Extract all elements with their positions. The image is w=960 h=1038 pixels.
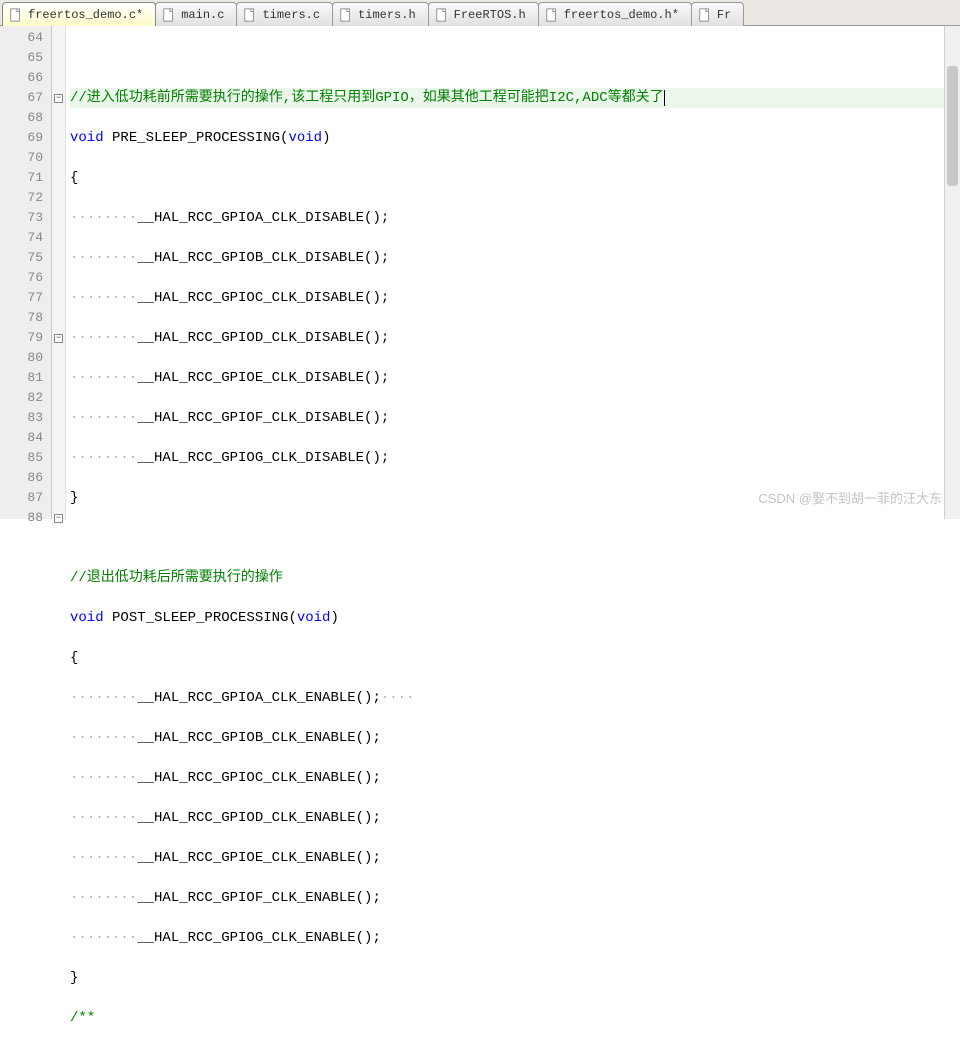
code-line: ········__HAL_RCC_GPIOA_CLK_DISABLE(); xyxy=(70,208,944,228)
line-number-gutter: 64 65 66 67 68 69 70 71 72 73 74 75 76 7… xyxy=(0,26,52,519)
code-line: void PRE_SLEEP_PROCESSING(void) xyxy=(70,128,944,148)
code-line: //进入低功耗前所需要执行的操作,该工程只用到GPIO，如果其他工程可能把I2C… xyxy=(70,88,944,108)
tab-label: main.c xyxy=(181,8,224,22)
line-number: 85 xyxy=(12,448,43,468)
line-number: 64 xyxy=(12,28,43,48)
line-number: 65 xyxy=(12,48,43,68)
tab-label: Fr xyxy=(717,8,731,22)
line-number: 79 xyxy=(12,328,43,348)
line-number: 78 xyxy=(12,308,43,328)
line-number: 74 xyxy=(12,228,43,248)
line-number: 67 xyxy=(12,88,43,108)
h-file-icon xyxy=(545,8,559,22)
fold-toggle-icon[interactable]: − xyxy=(54,94,63,103)
line-number: 81 xyxy=(12,368,43,388)
code-line xyxy=(70,48,944,68)
code-line: ········__HAL_RCC_GPIOG_CLK_ENABLE(); xyxy=(70,928,944,948)
line-number: 87 xyxy=(12,488,43,508)
code-line: { xyxy=(70,168,944,188)
vertical-scrollbar[interactable] xyxy=(944,26,960,519)
tab-label: freertos_demo.c* xyxy=(28,8,143,22)
code-area[interactable]: //进入低功耗前所需要执行的操作,该工程只用到GPIO，如果其他工程可能把I2C… xyxy=(66,26,944,519)
line-number: 75 xyxy=(12,248,43,268)
tab-label: freertos_demo.h* xyxy=(564,8,679,22)
tab-timers-c[interactable]: timers.c xyxy=(236,2,333,26)
c-file-icon xyxy=(162,8,176,22)
code-line: { xyxy=(70,648,944,668)
fold-toggle-icon[interactable]: − xyxy=(54,514,63,523)
code-line: ········__HAL_RCC_GPIOD_CLK_ENABLE(); xyxy=(70,808,944,828)
tab-label: timers.h xyxy=(358,8,416,22)
tab-main-c[interactable]: main.c xyxy=(155,2,237,26)
line-number: 68 xyxy=(12,108,43,128)
code-line: /** xyxy=(70,1008,944,1028)
line-number: 70 xyxy=(12,148,43,168)
line-number: 84 xyxy=(12,428,43,448)
code-line: } xyxy=(70,968,944,988)
tab-overflow[interactable]: Fr xyxy=(691,2,744,26)
fold-column: − − − xyxy=(52,26,66,519)
tab-freertos-h[interactable]: FreeRTOS.h xyxy=(428,2,539,26)
tab-label: timers.c xyxy=(262,8,320,22)
fold-toggle-icon[interactable]: − xyxy=(54,334,63,343)
line-number: 73 xyxy=(12,208,43,228)
tab-label: FreeRTOS.h xyxy=(454,8,526,22)
c-file-icon xyxy=(243,8,257,22)
code-line: ········__HAL_RCC_GPIOB_CLK_ENABLE(); xyxy=(70,728,944,748)
line-number: 88 xyxy=(12,508,43,528)
code-editor[interactable]: 64 65 66 67 68 69 70 71 72 73 74 75 76 7… xyxy=(0,26,960,519)
line-number: 71 xyxy=(12,168,43,188)
line-number: 86 xyxy=(12,468,43,488)
tab-bar: freertos_demo.c* main.c timers.c timers.… xyxy=(0,0,960,26)
code-line: ········__HAL_RCC_GPIOF_CLK_DISABLE(); xyxy=(70,408,944,428)
code-line: ········__HAL_RCC_GPIOC_CLK_ENABLE(); xyxy=(70,768,944,788)
h-file-icon xyxy=(435,8,449,22)
line-number: 82 xyxy=(12,388,43,408)
code-line: ········__HAL_RCC_GPIOB_CLK_DISABLE(); xyxy=(70,248,944,268)
line-number: 69 xyxy=(12,128,43,148)
code-line: } xyxy=(70,488,944,508)
line-number: 76 xyxy=(12,268,43,288)
code-line: ········__HAL_RCC_GPIOF_CLK_ENABLE(); xyxy=(70,888,944,908)
code-line: void POST_SLEEP_PROCESSING(void) xyxy=(70,608,944,628)
scrollbar-thumb[interactable] xyxy=(947,66,958,186)
code-line xyxy=(70,528,944,548)
tab-freertos-demo-h[interactable]: freertos_demo.h* xyxy=(538,2,692,26)
code-line: //退出低功耗后所需要执行的操作 xyxy=(70,568,944,588)
code-line: ········__HAL_RCC_GPIOD_CLK_DISABLE(); xyxy=(70,328,944,348)
line-number: 77 xyxy=(12,288,43,308)
line-number: 83 xyxy=(12,408,43,428)
h-file-icon xyxy=(339,8,353,22)
tab-timers-h[interactable]: timers.h xyxy=(332,2,429,26)
line-number: 72 xyxy=(12,188,43,208)
code-line: ········__HAL_RCC_GPIOG_CLK_DISABLE(); xyxy=(70,448,944,468)
code-line: ········__HAL_RCC_GPIOA_CLK_ENABLE();···… xyxy=(70,688,944,708)
h-file-icon xyxy=(698,8,712,22)
c-file-icon xyxy=(9,8,23,22)
line-number: 80 xyxy=(12,348,43,368)
code-line: ········__HAL_RCC_GPIOC_CLK_DISABLE(); xyxy=(70,288,944,308)
tab-freertos-demo-c[interactable]: freertos_demo.c* xyxy=(2,2,156,26)
code-line: ········__HAL_RCC_GPIOE_CLK_ENABLE(); xyxy=(70,848,944,868)
code-line: ········__HAL_RCC_GPIOE_CLK_DISABLE(); xyxy=(70,368,944,388)
line-number: 66 xyxy=(12,68,43,88)
